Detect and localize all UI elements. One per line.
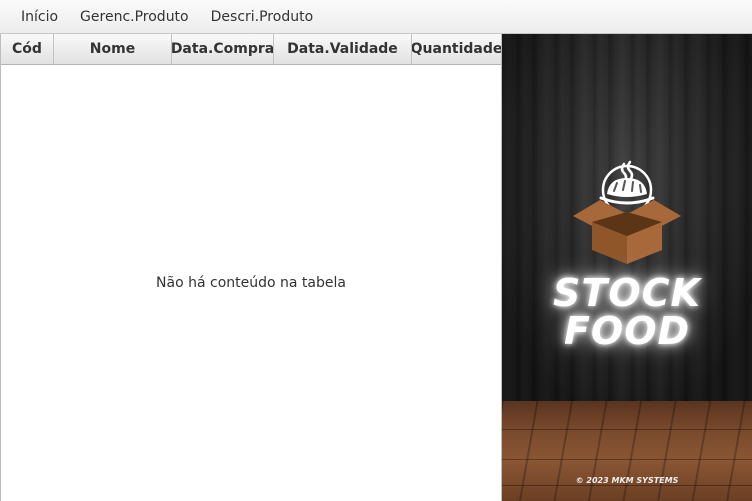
product-table[interactable]: Cód Nome Data.Compra Data.Validade Quant…	[0, 34, 502, 501]
copyright-text: © 2023 MKM SYSTEMS	[575, 476, 679, 485]
menu-item-inicio[interactable]: Início	[10, 6, 69, 28]
brand-panel: STOCK FOOD © 2023 MKM SYSTEMS	[502, 34, 752, 501]
empty-table-message: Não há conteúdo na tabela	[156, 275, 346, 291]
brand-title-line1: STOCK	[553, 271, 701, 315]
menu-bar: Início Gerenc.Produto Descri.Produto	[0, 0, 752, 34]
column-header-data-compra[interactable]: Data.Compra	[172, 34, 274, 64]
wood-floor	[502, 401, 752, 501]
bread-box-icon	[573, 160, 681, 264]
column-header-nome[interactable]: Nome	[54, 34, 172, 64]
menu-item-gerenc-produto[interactable]: Gerenc.Produto	[69, 6, 200, 28]
column-header-quantidade[interactable]: Quantidade	[412, 34, 501, 64]
column-header-data-validade[interactable]: Data.Validade	[274, 34, 412, 64]
menu-item-descri-produto[interactable]: Descri.Produto	[200, 6, 325, 28]
column-header-cod[interactable]: Cód	[1, 34, 54, 64]
table-header: Cód Nome Data.Compra Data.Validade Quant…	[1, 34, 501, 65]
brand-title-line2: FOOD	[563, 309, 691, 353]
